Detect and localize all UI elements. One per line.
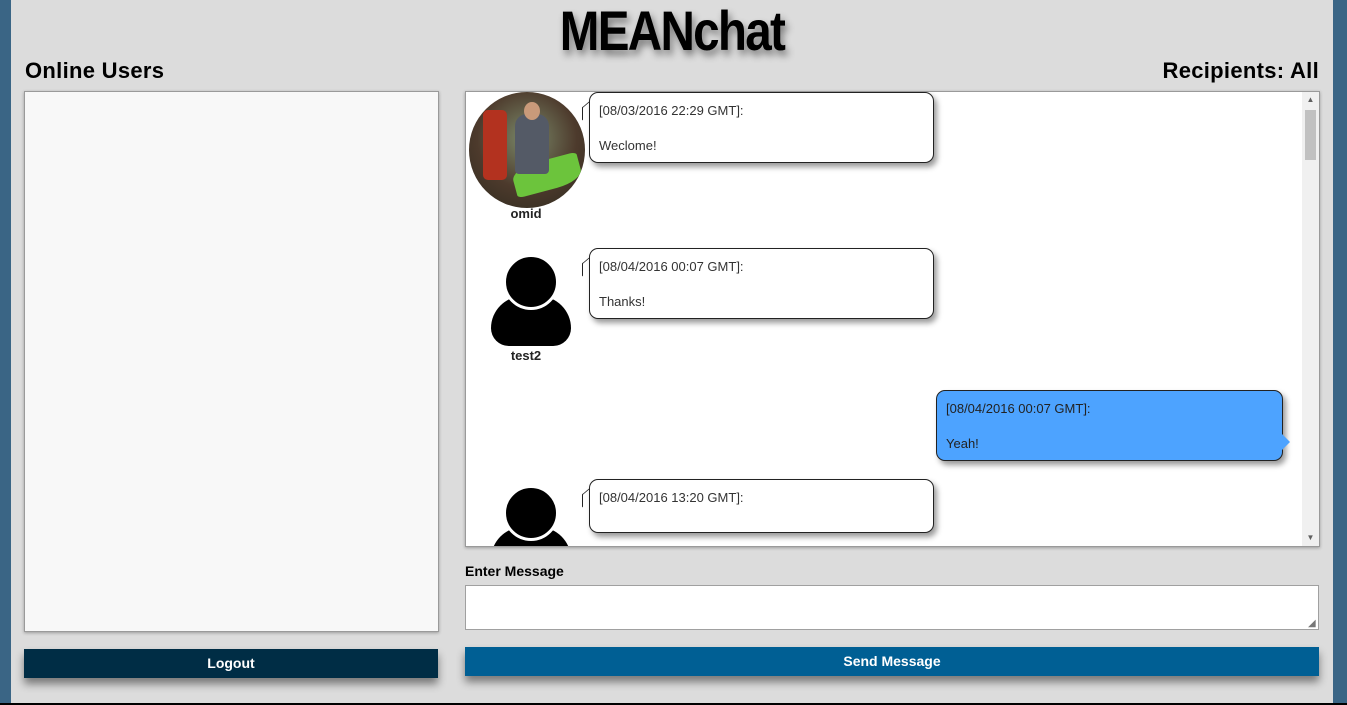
online-users-list[interactable]: [24, 91, 439, 632]
resize-grip-icon[interactable]: ◢: [1308, 619, 1318, 629]
chat-app: MEANchat Online Users Recipients: All Lo…: [11, 0, 1333, 705]
send-message-button[interactable]: Send Message: [465, 647, 1319, 676]
message-text: Thanks!: [599, 294, 646, 309]
message-text: Yeah!: [946, 436, 979, 451]
scroll-thumb[interactable]: [1305, 110, 1316, 160]
message-timestamp: [08/04/2016 13:20 GMT]:: [599, 490, 744, 505]
message-timestamp: [08/03/2016 22:29 GMT]:: [599, 103, 744, 118]
enter-message-label: Enter Message: [465, 563, 564, 579]
message-bubble: [08/04/2016 13:20 GMT]:: [589, 479, 934, 533]
scroll-up-arrow-icon[interactable]: ▲: [1302, 92, 1319, 108]
logout-button[interactable]: Logout: [24, 649, 438, 678]
user-photo-avatar: [469, 92, 585, 208]
message-text: Weclome!: [599, 138, 657, 153]
app-title: MEANchat: [559, 0, 786, 62]
message-bubble: [08/03/2016 22:29 GMT]: Weclome!: [589, 92, 934, 163]
default-user-icon: [491, 254, 571, 346]
message-input[interactable]: [465, 585, 1319, 630]
message-list[interactable]: omid [08/03/2016 22:29 GMT]: Weclome! te…: [465, 91, 1320, 547]
message-scrollbar[interactable]: ▲ ▼: [1302, 92, 1319, 546]
default-user-icon: [491, 485, 571, 546]
scroll-down-arrow-icon[interactable]: ▼: [1302, 530, 1319, 546]
recipients-label[interactable]: Recipients: All: [1163, 58, 1320, 84]
own-message-bubble: [08/04/2016 00:07 GMT]: Yeah!: [936, 390, 1283, 461]
message-timestamp: [08/04/2016 00:07 GMT]:: [946, 401, 1091, 416]
online-users-heading: Online Users: [25, 58, 165, 83]
message-timestamp: [08/04/2016 00:07 GMT]:: [599, 259, 744, 274]
message-bubble: [08/04/2016 00:07 GMT]: Thanks!: [589, 248, 934, 319]
message-username: test2: [510, 348, 542, 363]
message-username: omid: [510, 206, 542, 221]
bubble-tail: [1282, 434, 1290, 450]
